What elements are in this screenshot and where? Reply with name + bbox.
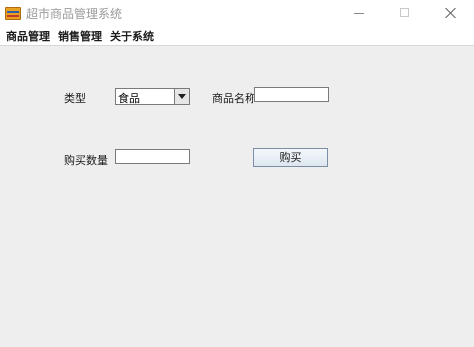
menu-bar: 商品管理 销售管理 关于系统 [0, 27, 474, 45]
type-label: 类型 [64, 92, 86, 105]
window-title: 超市商品管理系统 [26, 7, 123, 21]
buy-button[interactable]: 购买 [253, 148, 328, 167]
menu-about-system[interactable]: 关于系统 [110, 28, 154, 44]
maximize-icon [400, 8, 409, 17]
close-icon [445, 7, 457, 19]
menu-sales-management[interactable]: 销售管理 [58, 28, 102, 44]
quantity-label: 购买数量 [64, 154, 108, 167]
form-panel: 类型 食品 商品名称 购买数量 购买 [0, 45, 474, 347]
chevron-down-icon[interactable] [174, 89, 189, 104]
close-button[interactable] [428, 0, 474, 27]
product-name-input[interactable] [254, 87, 329, 102]
minimize-button[interactable] [336, 0, 382, 27]
app-icon [5, 7, 21, 20]
title-bar[interactable]: 超市商品管理系统 [0, 0, 474, 27]
type-select-value: 食品 [118, 92, 140, 105]
menu-product-management[interactable]: 商品管理 [6, 28, 50, 44]
minimize-icon [354, 13, 364, 14]
maximize-button[interactable] [382, 0, 428, 27]
product-name-label: 商品名称 [212, 92, 256, 105]
type-select[interactable]: 食品 [115, 88, 190, 105]
quantity-input[interactable] [115, 149, 190, 164]
app-window: 超市商品管理系统 商品管理 销售管理 关于系统 类型 食品 商品名称 购买数量 … [0, 0, 474, 347]
